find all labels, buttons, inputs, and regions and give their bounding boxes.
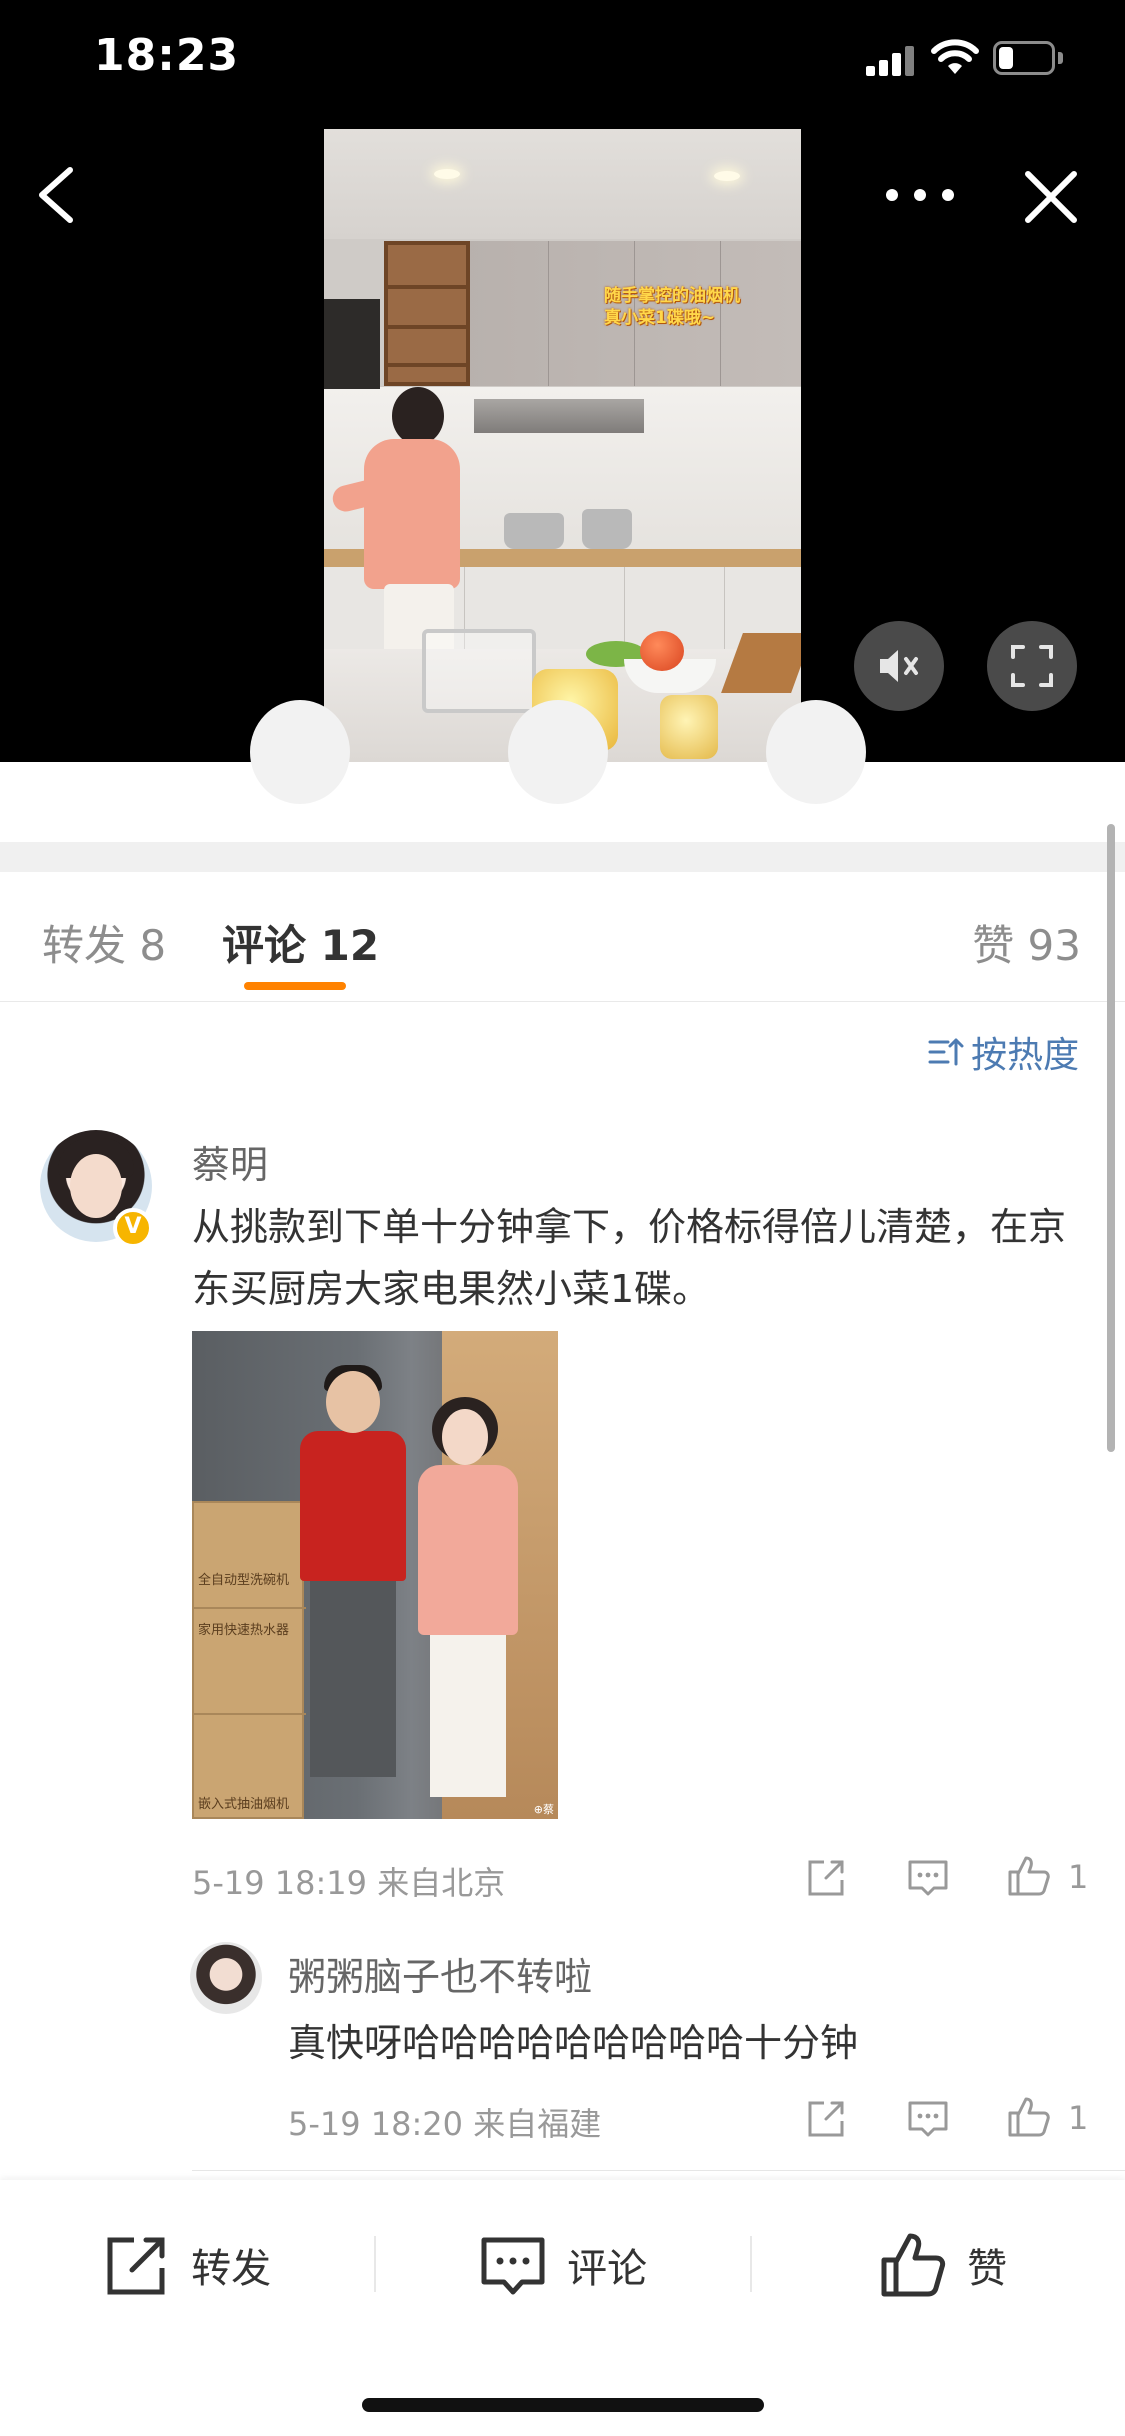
reply-icon[interactable]	[904, 2095, 952, 2143]
faded-action-circle	[250, 700, 350, 804]
repost-button[interactable]: 转发	[102, 2230, 271, 2300]
section-divider	[0, 842, 1125, 872]
mute-button[interactable]	[854, 621, 944, 711]
speaker-muted-icon	[880, 650, 918, 682]
home-indicator	[362, 2398, 764, 2412]
comment-icon	[481, 2237, 545, 2295]
video-player[interactable]: 随手掌控的油烟机 真小菜1碟哦~	[324, 129, 801, 762]
fullscreen-icon	[1011, 645, 1053, 687]
reply-author[interactable]: 粥粥脑子也不转啦	[288, 1946, 592, 2001]
divider	[374, 2236, 376, 2292]
more-options-icon[interactable]	[880, 168, 960, 222]
comment-meta: 5-19 18:19 来自北京	[192, 1864, 506, 1902]
reply-icon[interactable]	[904, 1854, 952, 1902]
comment-image[interactable]: 全自动型洗碗机 家用快速热水器 嵌入式抽油烟机 ⊕蔡	[192, 1331, 558, 1819]
close-icon[interactable]	[1020, 166, 1082, 228]
comment-like-count: 1	[1068, 1858, 1089, 1896]
image-watermark: ⊕蔡	[533, 1803, 554, 1816]
signal-icon	[866, 44, 916, 76]
faded-action-circle	[766, 700, 866, 804]
scrollbar[interactable]	[1107, 824, 1115, 1452]
sort-icon	[928, 1038, 964, 1066]
tab-comment[interactable]: 评论 12	[222, 912, 379, 973]
video-viewer: 18:23 随手掌控的油烟机 真小菜1碟哦~	[0, 0, 1125, 762]
share-icon[interactable]	[802, 1854, 850, 1902]
fullscreen-button[interactable]	[987, 621, 1077, 711]
reply-like-count: 1	[1068, 2099, 1089, 2137]
tab-repost[interactable]: 转发 8	[42, 912, 166, 973]
reply-text: 真快呀哈哈哈哈哈哈哈哈哈十分钟	[288, 2021, 859, 2065]
sort-by-popularity-button[interactable]: 按热度	[926, 1026, 1079, 1076]
battery-icon	[993, 41, 1063, 75]
status-time: 18:23	[94, 30, 240, 81]
divider	[192, 2170, 1125, 2171]
thumbs-up-icon[interactable]	[1004, 1852, 1052, 1900]
comment-text: 从挑款到下单十分钟拿下，价格标得倍儿清楚，在京东买厨房大家电果然小菜1碟。	[192, 1205, 1067, 1311]
wifi-icon	[931, 39, 979, 74]
faded-action-circle	[508, 700, 608, 804]
reply-meta: 5-19 18:20 来自福建	[288, 2105, 602, 2143]
comment-label: 评论	[567, 2246, 648, 2292]
thumbs-up-icon[interactable]	[1004, 2093, 1052, 2141]
status-bar: 18:23	[0, 0, 1125, 120]
comment-button[interactable]: 评论	[478, 2230, 647, 2300]
repost-label: 转发	[191, 2246, 272, 2292]
active-tab-indicator	[244, 982, 346, 990]
video-caption: 随手掌控的油烟机 真小菜1碟哦~	[604, 286, 740, 328]
like-button[interactable]: 赞	[878, 2230, 1007, 2300]
repost-icon	[107, 2237, 165, 2295]
share-icon[interactable]	[802, 2095, 850, 2143]
verified-badge: V	[113, 1208, 153, 1248]
back-icon[interactable]	[28, 160, 88, 230]
tab-like[interactable]: 赞 93	[972, 912, 1081, 973]
like-label: 赞	[967, 2246, 1008, 2292]
reply-avatar[interactable]	[190, 1942, 262, 2014]
interaction-tabs: 转发 8 评论 12 赞 93	[0, 872, 1125, 1002]
divider	[750, 2236, 752, 2292]
comment-author[interactable]: 蔡明	[192, 1134, 268, 1189]
thumbs-up-icon	[881, 2233, 946, 2297]
sort-label: 按热度	[971, 1035, 1080, 1076]
